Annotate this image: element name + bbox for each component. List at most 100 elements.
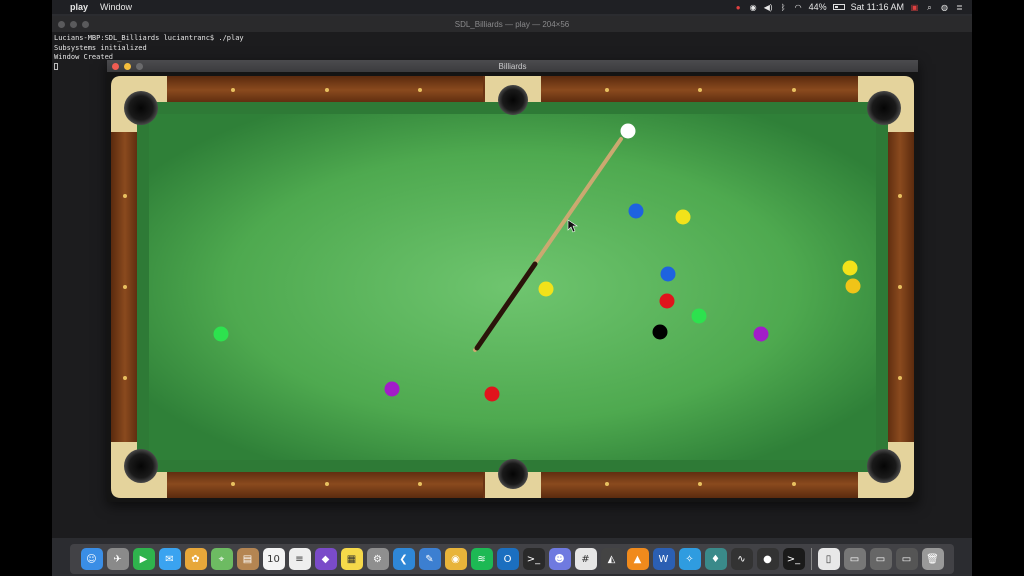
pocket-bottom-right [867,449,901,483]
slack-icon[interactable]: # [574,548,597,570]
terminal2-icon[interactable]: >_ [782,548,805,570]
ball-purple-1[interactable] [753,326,769,342]
ball-blue-2[interactable] [660,266,676,282]
app-menu[interactable]: play [64,2,94,12]
flag-icon[interactable]: ▣ [910,3,919,12]
finder-window-icon[interactable]: ▭ [895,548,918,570]
diamond-marker [792,88,796,92]
ball-red-2[interactable] [484,386,500,402]
trash-icon[interactable]: 🗑 [921,548,944,570]
ball-green-1[interactable] [691,308,707,324]
pocket-top-right [867,91,901,125]
diamond-marker [231,482,235,486]
folder-downloads-icon[interactable]: ▭ [843,548,866,570]
terminal-line: Lucians-MBP:SDL_Billiards luciantranc$ .… [54,34,244,42]
ball-orange-1[interactable] [845,278,861,294]
diamond-marker [792,482,796,486]
messages-icon[interactable]: ✉ [158,548,181,570]
diamond-marker [325,482,329,486]
terminal-line: Subsystems initialized [54,43,147,52]
diamond-marker [605,482,609,486]
calendar-icon[interactable]: 10 [262,548,285,570]
notes-brown-icon[interactable]: ▤ [236,548,259,570]
billiards-titlebar[interactable]: Billiards [107,60,918,72]
diamond-marker [605,88,609,92]
xcode-icon[interactable]: ✎ [418,548,441,570]
wifi-icon[interactable]: ◠ [794,3,803,12]
vscode-icon[interactable]: ❮ [392,548,415,570]
folder-icon[interactable]: ▭ [869,548,892,570]
ball-green-2[interactable] [213,326,229,342]
maps-icon[interactable]: ⌖ [210,548,233,570]
terminal-cursor [54,63,58,70]
notes-icon[interactable]: ▦ [340,548,363,570]
activity-monitor-icon[interactable]: ∿ [730,548,753,570]
clock[interactable]: Sat 11:16 AM [851,2,904,12]
diamond-marker [123,285,127,289]
obs-icon[interactable]: ● [756,548,779,570]
window-menu[interactable]: Window [94,2,138,12]
finder-icon[interactable]: ☺ [80,548,103,570]
outlook-icon[interactable]: O [496,548,519,570]
menu-bar: play Window ● ◉ ◀) ᛒ ◠ 44% Sat 11:16 AM … [52,0,972,14]
ball-yellow-2[interactable] [538,281,554,297]
diamond-marker [231,88,235,92]
ball-blue-1[interactable] [628,203,644,219]
word-icon[interactable]: W [652,548,675,570]
menu-extras: ● ◉ ◀) ᛒ ◠ 44% Sat 11:16 AM ▣ ⌕ ◍ ≣ [734,2,972,12]
record-icon[interactable]: ● [734,3,743,12]
volume-icon[interactable]: ◀) [764,3,773,12]
vlc-icon[interactable]: ▲ [626,548,649,570]
rail-top-left [163,76,483,104]
ball-black-8[interactable] [652,324,668,340]
terminal-titlebar[interactable]: SDL_Billiards — play — 204×56 [52,16,972,32]
battery-icon[interactable] [832,4,845,10]
diamond-marker [898,376,902,380]
chrome-icon[interactable]: ◉ [444,548,467,570]
diamond-marker [698,482,702,486]
photos-icon[interactable]: ✿ [184,548,207,570]
diamond-marker [325,88,329,92]
battery-percent: 44% [808,2,827,12]
felt-surface[interactable] [149,114,876,460]
spotify-icon[interactable]: ≋ [470,548,493,570]
unity-icon[interactable]: ◭ [600,548,623,570]
ball-yellow-1[interactable] [675,209,691,225]
vpn-icon[interactable]: ◉ [749,3,758,12]
document-icon[interactable]: ▯ [817,548,840,570]
rail-bottom-left [163,470,483,498]
launchpad-icon[interactable]: ✈ [106,548,129,570]
spotlight-search-icon[interactable]: ⌕ [925,3,934,12]
diamond-marker [123,194,127,198]
diamond-marker [418,88,422,92]
cue-ball[interactable] [620,123,636,139]
terminal-title: SDL_Billiards — play — 204×56 [454,20,570,29]
diamond-marker [898,194,902,198]
safari-icon[interactable]: ✧ [678,548,701,570]
pocket-bottom-side [498,459,528,489]
pocket-bottom-left [124,449,158,483]
siri-icon[interactable]: ◍ [940,3,949,12]
ball-yellow-3[interactable] [842,260,858,276]
terminal-icon[interactable]: >_ [522,548,545,570]
billiards-window[interactable]: Billiards [107,60,918,502]
diamond-marker [418,482,422,486]
pocket-top-side [498,85,528,115]
bluetooth-icon[interactable]: ᛒ [779,3,788,12]
discord-icon[interactable]: ☻ [548,548,571,570]
pocket-top-left [124,91,158,125]
system-preferences-icon[interactable]: ⚙ [366,548,389,570]
diamond-marker [898,285,902,289]
ball-red-1[interactable] [659,293,675,309]
desktop: play Window ● ◉ ◀) ᛒ ◠ 44% Sat 11:16 AM … [52,0,972,576]
billiards-title: Billiards [498,62,527,71]
dock-separator [810,548,812,570]
pool-table[interactable] [107,72,918,502]
notification-center-icon[interactable]: ≣ [955,3,964,12]
diamond-marker [123,376,127,380]
facetime-icon[interactable]: ▶ [132,548,155,570]
keynote-icon[interactable]: ♦ [704,548,727,570]
reminders-icon[interactable]: ≡ [288,548,311,570]
ball-purple-2[interactable] [384,381,400,397]
visual-studio-icon[interactable]: ◆ [314,548,337,570]
